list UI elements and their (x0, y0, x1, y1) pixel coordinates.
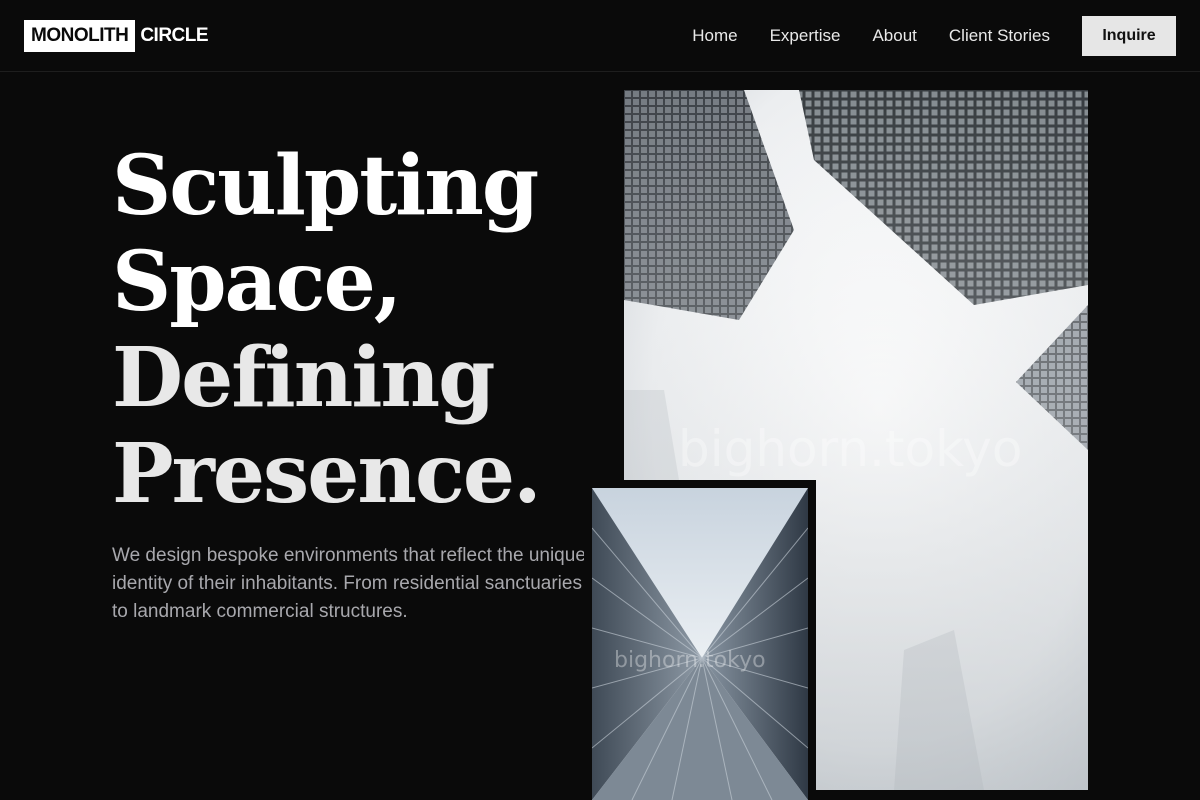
skyscraper-photo-small-frame: bighorn.tokyo (584, 480, 816, 800)
brand-logo-part1: MONOLITH (24, 20, 136, 52)
headline-line-4: Presence. (112, 426, 542, 522)
glass-tower-illustration (592, 488, 808, 800)
skyscraper-photo-small: bighorn.tokyo (592, 488, 808, 800)
photo-watermark-main: bighorn.tokyo (678, 420, 1023, 478)
headline-line-1: Sculpting (112, 138, 539, 234)
top-nav: MONOLITH CIRCLE Home Expertise About Cli… (0, 0, 1200, 72)
brand-logo[interactable]: MONOLITH CIRCLE (24, 20, 209, 52)
nav-link-home[interactable]: Home (692, 26, 737, 46)
nav-link-expertise[interactable]: Expertise (770, 26, 841, 46)
brand-logo-part2: CIRCLE (140, 25, 209, 46)
nav-link-client-stories[interactable]: Client Stories (949, 26, 1050, 46)
headline-line-3: Defining (112, 330, 495, 426)
hero-headline: Sculpting Space, Defining Presence. (112, 138, 542, 522)
inquire-button[interactable]: Inquire (1082, 16, 1176, 56)
hero-description: We design bespoke environments that refl… (112, 545, 586, 622)
nav-links: Home Expertise About Client Stories (692, 0, 1050, 72)
headline-line-2: Space, (112, 234, 402, 330)
photo-watermark-small: bighorn.tokyo (614, 648, 766, 673)
nav-link-about[interactable]: About (872, 26, 916, 46)
